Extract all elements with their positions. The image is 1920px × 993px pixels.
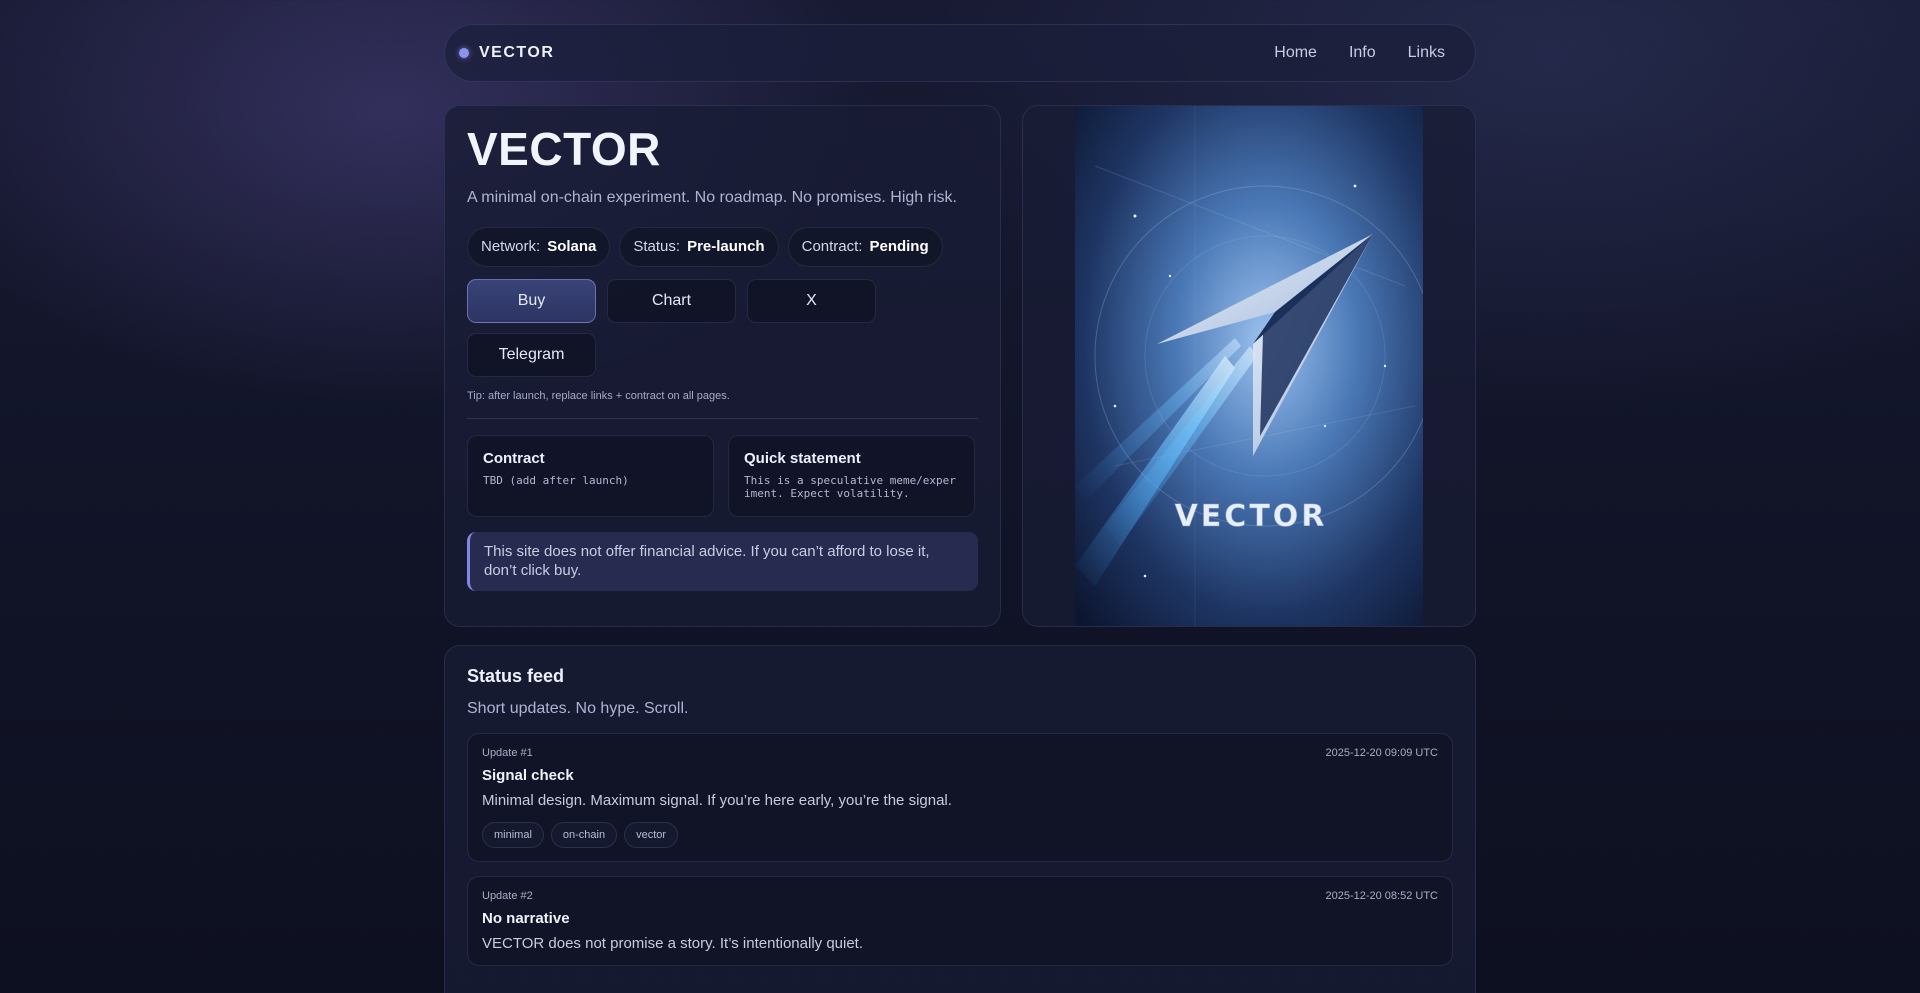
contract-value: Pending (869, 238, 929, 256)
update-text: Minimal design. Maximum signal. If you’r… (482, 792, 952, 809)
telegram-button[interactable]: Telegram (467, 332, 596, 377)
chart-button[interactable]: Chart (607, 278, 736, 323)
tag-vector[interactable]: vector (624, 822, 679, 848)
update-title: Signal check (482, 767, 574, 784)
statement-box: Quick statement This is a speculative me… (728, 434, 975, 517)
update-card: Update #1 2025-12-20 09:09 UTC Signal ch… (467, 733, 1453, 862)
nav-links: Home Info Links (1258, 44, 1461, 62)
poster-svg: VECTOR (1075, 106, 1423, 626)
update-timestamp: 2025-12-20 09:09 UTC (1325, 747, 1438, 759)
statement-box-text: This is a speculative meme/experiment. E… (744, 473, 956, 501)
brand-name: VECTOR (479, 44, 555, 61)
update-label: Update #2 (482, 890, 533, 902)
poster-card: VECTOR (1022, 105, 1476, 627)
hero-card: VECTOR A minimal on-chain experiment. No… (444, 105, 1001, 627)
info-boxes: Contract TBD (add after launch) Quick st… (467, 434, 978, 517)
nav-link-info[interactable]: Info (1333, 44, 1392, 62)
hero-title: VECTOR (467, 123, 661, 175)
action-buttons: Buy Chart X Telegram (467, 278, 907, 377)
network-value: Solana (547, 238, 597, 256)
tag-on-chain[interactable]: on-chain (550, 822, 618, 848)
network-pill: Network: Solana (467, 226, 611, 267)
contract-pill: Contract: Pending (787, 226, 943, 267)
nav-link-home[interactable]: Home (1258, 44, 1333, 62)
update-card: Update #2 2025-12-20 08:52 UTC No narrat… (467, 876, 1453, 966)
update-label: Update #1 (482, 747, 533, 759)
feed-title: Status feed (467, 666, 565, 686)
vector-poster-image: VECTOR (1075, 106, 1423, 626)
update-text: VECTOR does not promise a story. It’s in… (482, 935, 864, 952)
nav-link-links[interactable]: Links (1392, 44, 1461, 62)
contract-box-text: TBD (add after launch) (483, 473, 629, 487)
update-header: Update #2 2025-12-20 08:52 UTC (482, 890, 1438, 902)
contract-box-title: Contract (483, 449, 545, 467)
brand-dot-icon (459, 48, 469, 58)
status-pill: Status: Pre-launch (619, 226, 779, 267)
update-tags: minimal on-chain vector (482, 822, 1438, 848)
brand[interactable]: VECTOR (459, 44, 554, 62)
divider (467, 417, 978, 419)
disclaimer-notice: This site does not offer financial advic… (467, 531, 978, 591)
x-button[interactable]: X (747, 278, 876, 323)
tip-text: Tip: after launch, replace links + contr… (467, 389, 730, 402)
top-nav: VECTOR Home Info Links (444, 24, 1476, 82)
buy-button[interactable]: Buy (467, 278, 596, 323)
update-timestamp: 2025-12-20 08:52 UTC (1325, 890, 1438, 902)
statement-box-title: Quick statement (744, 449, 861, 467)
feed-subtitle: Short updates. No hype. Scroll. (467, 700, 689, 717)
tag-minimal[interactable]: minimal (482, 822, 544, 848)
status-value: Pre-launch (687, 238, 765, 256)
status-label: Status: (633, 238, 681, 256)
network-label: Network: (481, 238, 541, 256)
update-header: Update #1 2025-12-20 09:09 UTC (482, 747, 1438, 759)
update-title: No narrative (482, 910, 570, 927)
hero-subtitle: A minimal on-chain experiment. No roadma… (467, 188, 957, 206)
contract-box: Contract TBD (add after launch) (467, 434, 714, 517)
status-feed: Status feed Short updates. No hype. Scro… (444, 645, 1476, 993)
contract-label: Contract: (801, 238, 863, 256)
info-pills: Network: Solana Status: Pre-launch Contr… (467, 226, 978, 267)
poster-wordmark: VECTOR (1175, 499, 1328, 534)
